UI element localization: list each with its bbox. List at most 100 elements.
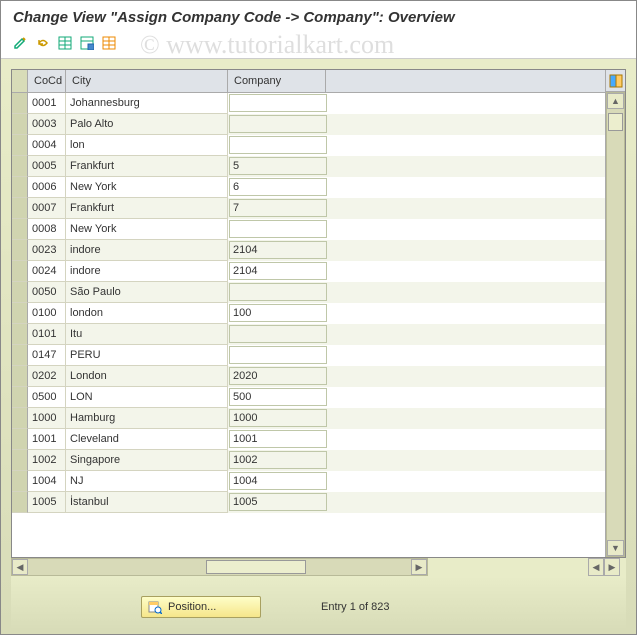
cell-city: NJ	[66, 471, 228, 492]
cell-company-input[interactable]	[229, 94, 327, 112]
hscroll-track[interactable]	[28, 559, 411, 575]
row-selector[interactable]	[12, 177, 28, 198]
row-selector[interactable]	[12, 303, 28, 324]
table-save-icon[interactable]	[77, 34, 97, 52]
table-row[interactable]: 0050São Paulo	[12, 282, 605, 303]
column-header-cocd[interactable]: CoCd	[28, 70, 66, 92]
table-green-icon[interactable]	[55, 34, 75, 52]
row-selector[interactable]	[12, 282, 28, 303]
row-selector[interactable]	[12, 93, 28, 114]
edit-icon[interactable]	[11, 34, 31, 52]
position-icon	[148, 600, 162, 614]
cell-company-input[interactable]: 500	[229, 388, 327, 406]
cell-company-input[interactable]: 2104	[229, 262, 327, 280]
table-settings-icon[interactable]	[606, 70, 625, 92]
scroll-right-icon[interactable]: ▶	[411, 559, 427, 575]
cell-cocd: 0100	[28, 303, 66, 324]
cell-company-input[interactable]: 5	[229, 157, 327, 175]
toolbar	[1, 32, 636, 59]
table-row[interactable]: 0001Johannesburg	[12, 93, 605, 114]
table-row[interactable]: 1002Singapore1002	[12, 450, 605, 471]
table-row[interactable]: 0008New York	[12, 219, 605, 240]
position-button[interactable]: Position...	[141, 596, 261, 618]
vertical-scrollbar[interactable]: ▲ ▼	[606, 92, 625, 557]
cell-company-input[interactable]	[229, 136, 327, 154]
cell-company-input[interactable]	[229, 115, 327, 133]
cell-cocd: 0024	[28, 261, 66, 282]
cell-city: New York	[66, 177, 228, 198]
cell-company-input[interactable]: 1002	[229, 451, 327, 469]
cell-cocd: 0006	[28, 177, 66, 198]
table-row[interactable]: 1000Hamburg1000	[12, 408, 605, 429]
table-row[interactable]: 1005İstanbul1005	[12, 492, 605, 513]
table-row[interactable]: 1004NJ1004	[12, 471, 605, 492]
row-selector[interactable]	[12, 219, 28, 240]
column-header-company[interactable]: Company	[228, 70, 326, 92]
cell-cocd: 0101	[28, 324, 66, 345]
table-row[interactable]: 0202London2020	[12, 366, 605, 387]
cell-company-input[interactable]	[229, 325, 327, 343]
entry-count-text: Entry 1 of 823	[321, 601, 390, 613]
cell-company-input[interactable]: 7	[229, 199, 327, 217]
row-selector[interactable]	[12, 114, 28, 135]
cell-cocd: 0007	[28, 198, 66, 219]
scroll-left2-icon[interactable]: ◀	[588, 558, 604, 576]
row-selector[interactable]	[12, 240, 28, 261]
table-row[interactable]: 0023indore2104	[12, 240, 605, 261]
scroll-down-icon[interactable]: ▼	[607, 540, 624, 556]
cell-company-input[interactable]	[229, 346, 327, 364]
row-selector[interactable]	[12, 408, 28, 429]
row-selector[interactable]	[12, 450, 28, 471]
row-selector[interactable]	[12, 198, 28, 219]
cell-city: New York	[66, 219, 228, 240]
table-row[interactable]: 0007Frankfurt7	[12, 198, 605, 219]
cell-cocd: 1000	[28, 408, 66, 429]
table-row[interactable]: 0147PERU	[12, 345, 605, 366]
cell-city: indore	[66, 240, 228, 261]
cell-city: Itu	[66, 324, 228, 345]
row-selector[interactable]	[12, 156, 28, 177]
cell-city: Johannesburg	[66, 93, 228, 114]
cell-company-input[interactable]: 6	[229, 178, 327, 196]
row-selector[interactable]	[12, 135, 28, 156]
scroll-thumb[interactable]	[608, 113, 623, 131]
scroll-right2-icon[interactable]: ▶	[604, 558, 620, 576]
row-selector[interactable]	[12, 492, 28, 513]
table-orange-icon[interactable]	[99, 34, 119, 52]
table-row[interactable]: 0024indore2104	[12, 261, 605, 282]
cell-company-input[interactable]: 1000	[229, 409, 327, 427]
table-row[interactable]: 0100london100	[12, 303, 605, 324]
table-row[interactable]: 0005Frankfurt5	[12, 156, 605, 177]
row-selector[interactable]	[12, 429, 28, 450]
cell-company-input[interactable]: 1001	[229, 430, 327, 448]
cell-company-input[interactable]	[229, 220, 327, 238]
row-selector[interactable]	[12, 387, 28, 408]
table-row[interactable]: 0006New York6	[12, 177, 605, 198]
table-row[interactable]: 1001Cleveland1001	[12, 429, 605, 450]
cell-company-input[interactable]: 2104	[229, 241, 327, 259]
row-selector[interactable]	[12, 324, 28, 345]
cell-company-input[interactable]: 2020	[229, 367, 327, 385]
cell-company-input[interactable]: 1004	[229, 472, 327, 490]
select-all-header[interactable]	[12, 70, 28, 92]
undo-icon[interactable]	[33, 34, 53, 52]
cell-company-input[interactable]: 100	[229, 304, 327, 322]
scroll-left-icon[interactable]: ◀	[12, 559, 28, 575]
table-row[interactable]: 0500LON500	[12, 387, 605, 408]
cell-cocd: 0050	[28, 282, 66, 303]
row-selector[interactable]	[12, 345, 28, 366]
horizontal-scrollbar[interactable]: ◀ ▶	[11, 558, 428, 576]
cell-company-input[interactable]: 1005	[229, 493, 327, 511]
table-row[interactable]: 0101Itu	[12, 324, 605, 345]
column-header-city[interactable]: City	[66, 70, 228, 92]
row-selector[interactable]	[12, 471, 28, 492]
cell-city: Cleveland	[66, 429, 228, 450]
table-row[interactable]: 0003Palo Alto	[12, 114, 605, 135]
cell-company-input[interactable]	[229, 283, 327, 301]
table-row[interactable]: 0004lon	[12, 135, 605, 156]
hscroll-thumb[interactable]	[206, 560, 306, 574]
scroll-track[interactable]	[607, 109, 624, 540]
row-selector[interactable]	[12, 261, 28, 282]
scroll-up-icon[interactable]: ▲	[607, 93, 624, 109]
row-selector[interactable]	[12, 366, 28, 387]
